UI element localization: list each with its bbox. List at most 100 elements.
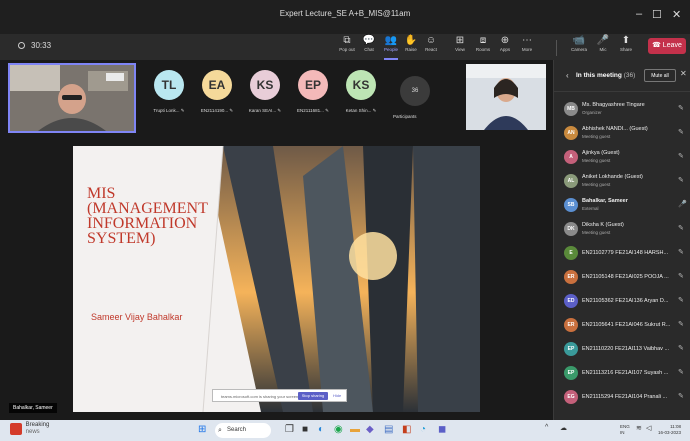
news-title: Breaking: [25, 422, 50, 428]
share-button[interactable]: ⬆ Share: [613, 34, 639, 60]
participant-tile[interactable]: KS Ketan Shin... ✎: [338, 70, 384, 114]
minimize-button[interactable]: –: [636, 8, 642, 20]
task-view-icon[interactable]: ❐: [285, 422, 294, 438]
tray-chevron-icon[interactable]: ^: [545, 424, 548, 431]
participant-list-item[interactable]: ED EN21105362 FE21AI136 Aryan D... ✎: [554, 290, 690, 314]
participant-name: EN21102779 FE21AI148 HARSH...: [582, 250, 669, 256]
participant-list-item[interactable]: EP EN21113216 FE21AI107 Suyash ... ✎: [554, 362, 690, 386]
slide-title-line: (MANAGEMENT: [87, 200, 208, 217]
leave-button[interactable]: ☎ Leave: [648, 38, 686, 54]
participant-list-item[interactable]: AL Aniket Lokhande (Guest) Meeting guest ✎: [554, 170, 690, 194]
clock[interactable]: 11:08 16-03-2023: [658, 424, 681, 436]
participant-role: Meeting guest: [582, 134, 611, 139]
presenter-name-badge: Bahalkar, Sameer: [9, 403, 57, 413]
participant-name: EN21113216 FE21AI107 Suyash ...: [582, 370, 669, 376]
chrome-icon[interactable]: ◉: [334, 422, 343, 438]
participant-tile[interactable]: EA EN2114190... ✎: [194, 70, 240, 114]
participant-tile[interactable]: EP EN2111681... ✎: [290, 70, 336, 114]
participant-role: External: [582, 206, 599, 211]
teams-meeting-icon[interactable]: ◼: [438, 422, 446, 438]
mic-muted-icon: ✎: [678, 393, 684, 400]
teams-icon[interactable]: ◆: [366, 422, 374, 438]
participant-list-item[interactable]: SB Bahalkar, Sameer External 🎤: [554, 194, 690, 218]
avatar: MB: [564, 102, 578, 116]
file-explorer-icon[interactable]: ▬: [350, 422, 360, 438]
participant-name: Ms. Bhagyashree Tingare: [582, 102, 645, 108]
participant-list-item[interactable]: EG EN21115294 FE21AI104 Pranali ... ✎: [554, 386, 690, 410]
participants-label: Participants: [393, 114, 417, 119]
slide-title-line: INFORMATION: [87, 215, 198, 232]
mic-muted-icon: ✎: [678, 321, 684, 328]
avatar: EA: [202, 70, 232, 100]
avatar: AL: [564, 174, 578, 188]
participant-list-item[interactable]: DK Diksha K (Guest) Meeting guest ✎: [554, 218, 690, 242]
wifi-icon[interactable]: ≋: [636, 424, 642, 432]
participant-list-item[interactable]: E EN21102779 FE21AI148 HARSH... ✎: [554, 242, 690, 266]
speaker-icon[interactable]: ◁: [646, 424, 651, 432]
language-indicator[interactable]: ENG IN: [620, 424, 630, 436]
windows-start-icon[interactable]: ⊞: [198, 422, 206, 438]
avatar: KS: [346, 70, 376, 100]
speaker-video-tile[interactable]: [466, 64, 546, 130]
news-icon: [10, 423, 22, 435]
share-icon: ⬆: [621, 35, 631, 46]
shield-icon: [18, 42, 25, 49]
news-widget[interactable]: Breaking news: [10, 422, 49, 438]
participant-name: EN21105362 FE21AI136 Aryan D...: [582, 298, 669, 304]
mic-muted-icon: ✎: [179, 108, 185, 113]
teams-app-icon[interactable]: ■: [302, 422, 308, 438]
self-video-tile[interactable]: [8, 63, 136, 133]
participant-list-item[interactable]: A Ajinkya (Guest) Meeting guest ✎: [554, 146, 690, 170]
participant-name: EN2111681... ✎: [297, 108, 329, 113]
meeting-toolbar: 30:33 ⧉ Pop out 💬 Chat 👥 People ✋ Raise ☺ React ⊞ V…: [0, 34, 690, 60]
more-button[interactable]: ⋯ More: [514, 34, 540, 60]
participant-name: Ajinkya (Guest): [582, 150, 620, 156]
toolbar-button-label: Camera: [570, 47, 587, 52]
camera-button[interactable]: 📹 Camera: [566, 34, 592, 60]
participant-name: EN21110220 FE21AI113 Vaibhav ...: [582, 346, 670, 352]
close-window-button[interactable]: ✕: [672, 8, 681, 21]
edge-icon[interactable]: ◐: [318, 422, 324, 438]
react-button[interactable]: ☺ React: [418, 34, 444, 60]
camera-icon: 📹: [572, 35, 586, 46]
avatar: EG: [564, 390, 578, 404]
participant-name: Abhishek NANDI... (Guest): [582, 126, 648, 132]
close-panel-icon[interactable]: ✕: [680, 69, 687, 78]
mic-muted-icon: ✎: [678, 129, 684, 136]
avatar: E: [564, 246, 578, 260]
powerpoint-icon[interactable]: ◧: [402, 422, 411, 438]
mic-muted-icon: ✎: [678, 273, 684, 280]
participant-list-item[interactable]: ER EN21105641 FE21AI046 Sukrut R... ✎: [554, 314, 690, 338]
participant-tile[interactable]: KS Karan SEAI... ✎: [242, 70, 288, 114]
toolbar-button-label: React: [425, 47, 437, 52]
avatar: KS: [250, 70, 280, 100]
maximize-button[interactable]: ☐: [652, 8, 662, 21]
participant-list-item[interactable]: ER EN21105148 FE21AI025 POOJA ... ✎: [554, 266, 690, 290]
store-icon[interactable]: ◔: [420, 422, 426, 438]
slide-author: Sameer Vijay Bahalkar: [91, 312, 183, 322]
chevron-left-icon[interactable]: ‹: [566, 71, 569, 80]
participants-panel: ‹ In this meeting (36) Mute all ✕ MB Ms. …: [553, 60, 690, 420]
participants-count-button[interactable]: 36: [400, 76, 430, 106]
participant-name: Diksha K (Guest): [582, 222, 624, 228]
participant-name: Bahalkar, Sameer: [582, 198, 628, 204]
mute-all-button[interactable]: Mute all: [644, 69, 676, 82]
participant-tile[interactable]: TL Trupti Lonk... ✎: [146, 70, 192, 114]
leave-label: Leave: [662, 42, 682, 49]
participant-list-item[interactable]: MB Ms. Bhagyashree Tingare Organizer ✎: [554, 98, 690, 122]
onedrive-icon[interactable]: ☁: [560, 424, 567, 432]
toolbar-divider: [556, 40, 557, 56]
mic-muted-icon: ✎: [371, 108, 377, 113]
participant-list-item[interactable]: EP EN21110220 FE21AI113 Vaibhav ... ✎: [554, 338, 690, 362]
self-video-image: [10, 65, 134, 131]
taskbar-search[interactable]: ⌕ Search: [215, 423, 271, 438]
participant-list-item[interactable]: AN Abhishek NANDI... (Guest) Meeting guest…: [554, 122, 690, 146]
stop-sharing-button[interactable]: Stop sharing: [298, 392, 328, 400]
hide-link[interactable]: Hide: [333, 393, 341, 398]
news-subtitle: news: [25, 429, 40, 435]
panel-header: ‹ In this meeting (36) Mute all ✕: [554, 60, 690, 92]
mic-muted-icon: ✎: [678, 177, 684, 184]
avatar: EP: [564, 342, 578, 356]
participant-name: EN21115294 FE21AI104 Pranali ...: [582, 394, 668, 400]
word-icon[interactable]: ▤: [384, 422, 393, 438]
